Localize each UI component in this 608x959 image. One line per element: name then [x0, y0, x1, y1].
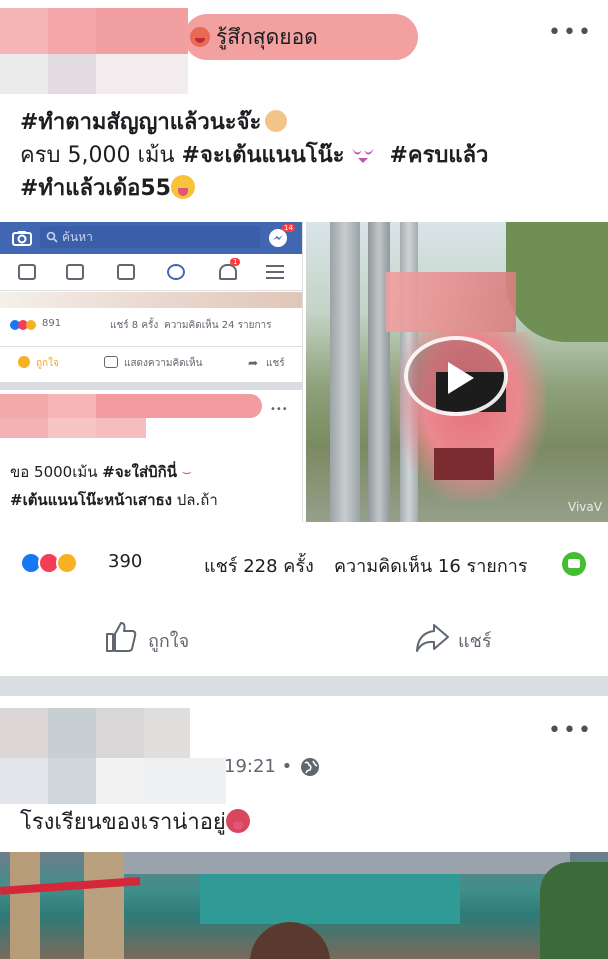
embed-inner-text-2: ปล.ถ้า [176, 491, 218, 509]
caption-hashtag-3[interactable]: #ครบแล้ว [389, 143, 488, 168]
tongue-out-emoji-icon [225, 809, 250, 833]
messenger-green-icon [562, 552, 586, 576]
like-icon [106, 622, 137, 652]
caption-hashtag-2[interactable]: #จะเต้นแนนโน๊ะ [182, 143, 345, 168]
post2-timestamp[interactable]: 19:21 • [224, 756, 292, 777]
profile-icon [167, 264, 185, 280]
embed-author-blurred [0, 394, 262, 444]
share-count[interactable]: แชร์ 228 ครั้ง [204, 551, 314, 580]
caption-hashtag-4[interactable]: #ทำแล้วเด้อ55 [20, 176, 171, 201]
embed-fb-topbar: ค้นหา 14 [0, 222, 302, 254]
embedded-screenshot-image[interactable]: ค้นหา 14 1 891 แชร์ 8 ครั้ง ความคิดเห็น … [0, 222, 303, 522]
post2-caption: โรงเรียนของเราน่าอยู่ [20, 806, 600, 839]
excited-emoji-icon [190, 27, 210, 47]
feeling-label: รู้สึกสุดยอด [216, 24, 318, 49]
embed-like-icon [18, 356, 30, 368]
camera-icon [12, 231, 32, 246]
embed-shares: แชร์ 8 ครั้ง [110, 320, 159, 331]
share-label: แชร์ [458, 631, 492, 652]
haha-reaction-icon [56, 552, 78, 574]
globe-icon [301, 758, 319, 776]
reaction-count[interactable]: 390 [108, 551, 142, 572]
search-icon [46, 231, 58, 243]
bell-icon [219, 264, 237, 280]
post2-more-button[interactable]: ••• [548, 718, 593, 743]
share-button[interactable]: แชร์ [414, 620, 524, 656]
bikini-emoji-icon [352, 148, 375, 163]
bell-badge: 1 [230, 258, 241, 266]
embed-inner-text-1: ขอ 5000เม้น [10, 463, 98, 481]
share-icon [416, 624, 449, 652]
tongue-emoji-icon [170, 175, 195, 199]
post-separator [0, 676, 608, 696]
messenger-badge: 14 [282, 224, 295, 232]
embed-divider-band [0, 382, 302, 390]
post1-more-button[interactable]: ••• [548, 20, 593, 45]
embed-actions-row: ถูกใจ แสดงความคิดเห็น ➦ แชร์ [0, 354, 302, 374]
embed-more-button: ••• [270, 404, 288, 415]
post2-photo[interactable] [0, 852, 608, 959]
feeling-pill: รู้สึกสุดยอด [184, 14, 418, 60]
embed-reactions-row: 891 แชร์ 8 ครั้ง ความคิดเห็น 24 รายการ [10, 318, 300, 334]
comment-count[interactable]: ความคิดเห็น 16 รายการ [334, 551, 528, 580]
embed-search-placeholder: ค้นหา [62, 230, 93, 244]
embed-share-icon: ➦ [248, 356, 259, 370]
like-button[interactable]: ถูกใจ [104, 620, 224, 656]
embed-comments: ความคิดเห็น 24 รายการ [164, 320, 272, 331]
post2-author-blurred[interactable] [0, 708, 226, 804]
post1-caption: #ทำตามสัญญาแล้วนะจ๊ะ ครบ 5,000 เม้น #จะเ… [20, 106, 600, 205]
embed-search-input: ค้นหา [40, 226, 260, 248]
video-watermark: VivaV [568, 500, 602, 514]
menu-icon [266, 265, 284, 279]
ok-hand-emoji-icon [265, 110, 288, 132]
post2-caption-text: โรงเรียนของเราน่าอยู่ [20, 810, 226, 835]
embed-comment-icon [104, 356, 118, 368]
embed-inner-hashtag-1: #จะใส่บิกินี่ [102, 463, 178, 481]
play-icon[interactable] [404, 336, 508, 416]
like-label: ถูกใจ [148, 631, 190, 652]
embed-nav-bar: 1 [0, 254, 302, 291]
embed-share-label: แชร์ [266, 358, 285, 369]
marketplace-icon [117, 264, 135, 280]
post1-author-blurred[interactable] [0, 8, 190, 94]
video-icon [66, 264, 84, 280]
reaction-icons[interactable] [20, 552, 104, 576]
embed-comment-label: แสดงความคิดเห็น [124, 358, 203, 369]
embed-reaction-count: 891 [42, 318, 62, 329]
embed-like-label: ถูกใจ [36, 358, 59, 369]
embed-inner-hashtag-2: #เต้นแนนโน๊ะหน้าเสาธง [10, 491, 172, 509]
embed-blurred-strip [0, 292, 302, 308]
caption-hashtag-1[interactable]: #ทำตามสัญญาแล้วนะจ๊ะ [20, 110, 261, 135]
caption-text: ครบ 5,000 เม้น [20, 143, 175, 168]
news-feed-icon [18, 264, 36, 280]
embed-inner-caption: ขอ 5000เม้น #จะใส่บิกินี่ ⌣ #เต้นแนนโน๊ะ… [10, 463, 218, 509]
